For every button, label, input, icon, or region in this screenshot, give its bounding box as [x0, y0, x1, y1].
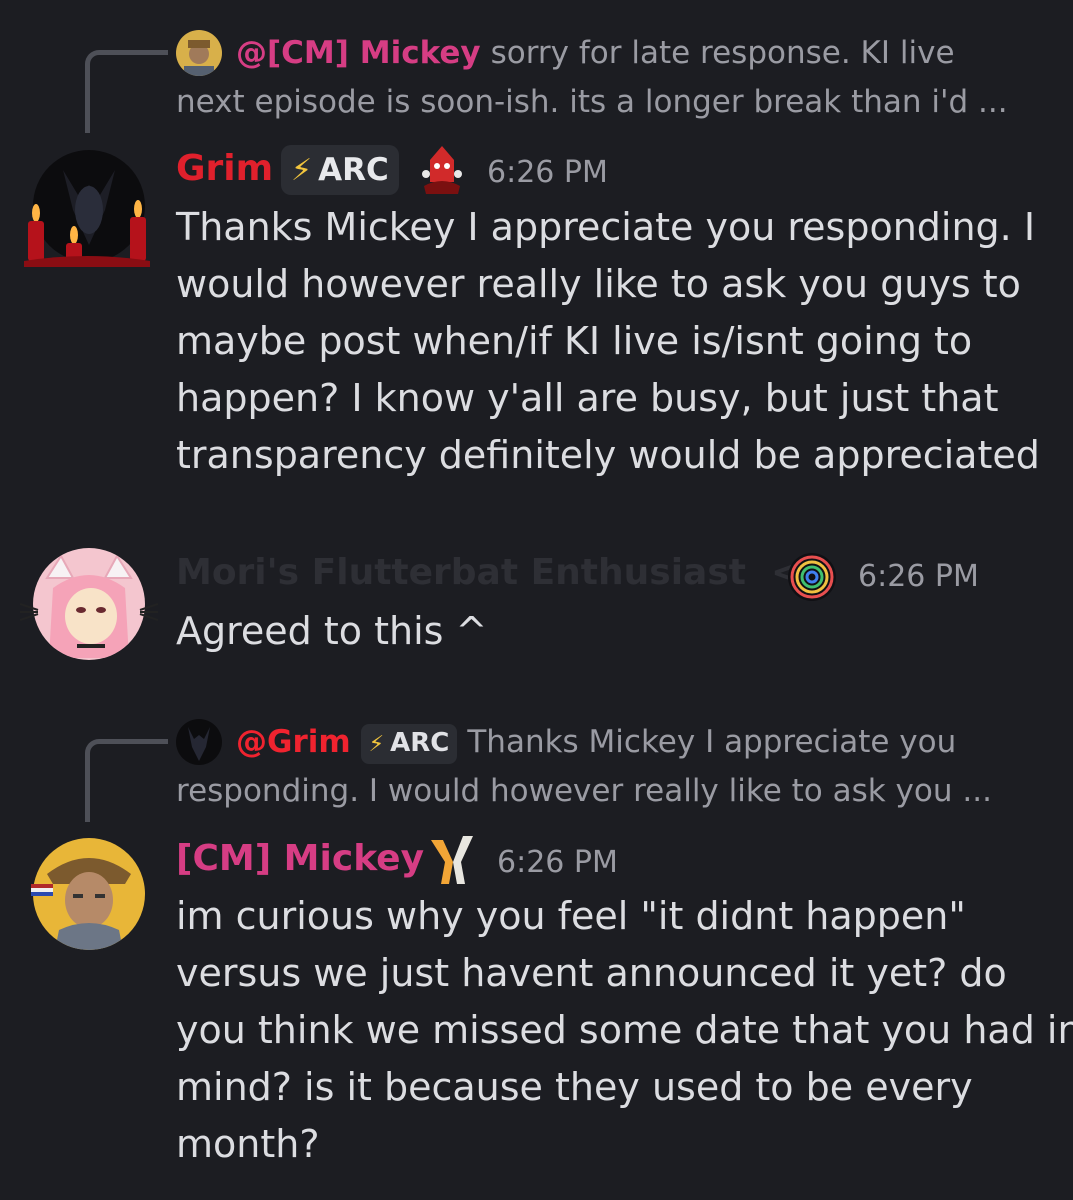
- message-line: transparency definitely would be appreci…: [176, 433, 1040, 477]
- whiskers-left: [19, 600, 40, 624]
- whiskers-right: [138, 600, 159, 624]
- role-icon[interactable]: [427, 832, 477, 888]
- author-name[interactable]: Grim: [176, 148, 273, 189]
- message-line: Thanks Mickey I appreciate you respondin…: [176, 205, 1036, 249]
- reply-preview-line-2: next episode is soon-ish. its a longer b…: [176, 84, 1008, 120]
- reply-preview[interactable]: @Grim ⚡ ARC Thanks Mickey I appreciate you …: [176, 718, 1046, 816]
- message-line: im curious why you feel "it didnt happen…: [176, 894, 966, 938]
- server-tag-icon: [31, 881, 53, 896]
- author-name[interactable]: [CM] Mickey: [176, 838, 424, 879]
- avatar[interactable]: [33, 548, 145, 660]
- message-line: Agreed to this ^: [176, 609, 488, 653]
- message-line: mind? is it because they used to be ever…: [176, 1065, 973, 1109]
- spiral-icon[interactable]: [787, 552, 837, 602]
- message-line: would however really like to ask you guy…: [176, 262, 1021, 306]
- arc-tag[interactable]: ⚡ ARC: [281, 145, 399, 195]
- message-content: im curious why you feel "it didnt happen…: [176, 888, 1073, 1173]
- reply-preview[interactable]: @[CM] Mickey sorry for late response. KI …: [176, 29, 1046, 127]
- reply-connector: [85, 50, 168, 133]
- reply-preview-line-1: Thanks Mickey I appreciate you: [467, 724, 957, 760]
- role-icon[interactable]: [414, 142, 470, 198]
- candles-decoration: [22, 195, 152, 270]
- author-name[interactable]: Mori's Flutterbat Enthusiast <3: [176, 552, 826, 593]
- message-line: you think we missed some date that you h…: [176, 1008, 1073, 1052]
- lightning-icon: ⚡: [291, 152, 313, 188]
- timestamp[interactable]: 6:26 PM: [497, 845, 618, 880]
- timestamp[interactable]: 6:26 PM: [858, 559, 979, 594]
- reply-mention[interactable]: @[CM] Mickey: [236, 35, 481, 71]
- reply-preview-line-1: sorry for late response. KI live: [490, 35, 955, 71]
- message-line: versus we just havent announced it yet? …: [176, 951, 1007, 995]
- reply-preview-line-2: responding. I would however really like …: [176, 773, 992, 809]
- message-content: Thanks Mickey I appreciate you respondin…: [176, 199, 1056, 484]
- message-content: Agreed to this ^: [176, 603, 1056, 660]
- message-line: month?: [176, 1122, 320, 1166]
- message-line: happen? I know y'all are busy, but just …: [176, 376, 999, 420]
- reply-connector: [85, 739, 168, 822]
- timestamp[interactable]: 6:26 PM: [487, 155, 608, 190]
- reply-mention[interactable]: @Grim: [236, 724, 351, 760]
- message-line: maybe post when/if KI live is/isnt going…: [176, 319, 973, 363]
- arc-tag: ⚡ ARC: [360, 723, 458, 764]
